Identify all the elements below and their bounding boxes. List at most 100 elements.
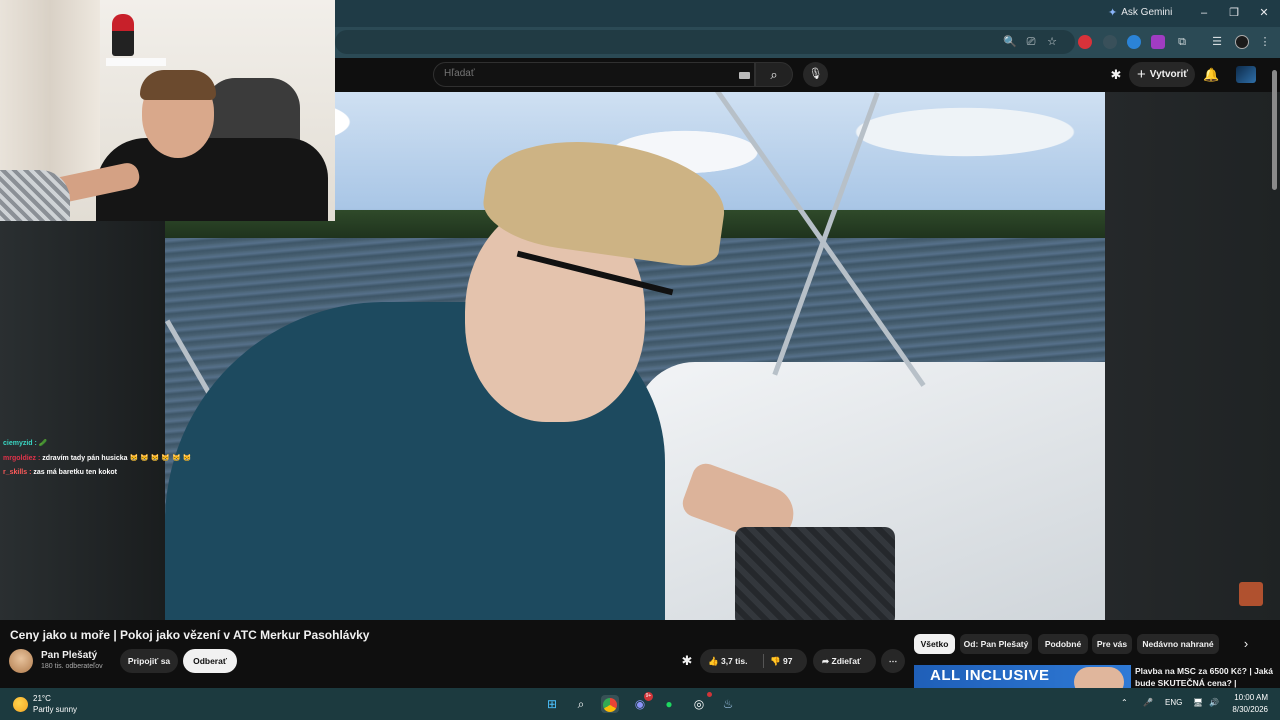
- thumbnail-face: [1074, 667, 1124, 688]
- subscribe-button[interactable]: Odberať: [183, 649, 237, 673]
- ask-gemini-button[interactable]: ✦ Ask Gemini: [1108, 6, 1172, 19]
- bookmark-star-icon[interactable]: ☆: [1045, 35, 1059, 49]
- video-title: Ceny jako u moře | Pokoj jako vězení v A…: [10, 628, 370, 642]
- chat-text: zdravím tady pán husicka 😸 😸 😸 😸 😸 😸: [42, 454, 192, 462]
- clock-time[interactable]: 10:00 AM: [1226, 693, 1268, 702]
- chat-message: mrgoldiez : zdravím tady pán husicka 😸 😸…: [3, 452, 191, 467]
- recommended-video-title[interactable]: Plavba na MSC za 6500 Kč? | Jaká bude SK…: [1135, 665, 1275, 689]
- chrome-logo: [603, 697, 617, 712]
- like-count: 3,7 tis.: [720, 656, 748, 666]
- browser-menu-icon[interactable]: ⋮: [1258, 35, 1272, 49]
- chat-text: zas má baretku ten kokot: [33, 469, 118, 476]
- discord-icon[interactable]: ◉ 9+: [631, 692, 653, 713]
- minimize-button[interactable]: –: [1194, 4, 1214, 22]
- extension-red-icon[interactable]: [1078, 35, 1092, 49]
- microphone-tray-icon[interactable]: 🎤: [1143, 698, 1153, 707]
- channel-avatar[interactable]: [9, 649, 33, 673]
- spotify-icon[interactable]: ●: [660, 695, 678, 713]
- chat-username: r_skills :: [3, 469, 32, 476]
- search-box: [433, 62, 755, 87]
- search-input[interactable]: [444, 68, 714, 79]
- weather-sun-icon[interactable]: [13, 697, 28, 712]
- thumbs-down-icon: 👎: [770, 656, 781, 666]
- left-background-panel: [0, 221, 165, 620]
- stream-chat: ciemyzid : 🥒 mrgoldiez : zdravím tady pá…: [3, 437, 191, 481]
- steam-icon[interactable]: ♨: [719, 695, 737, 713]
- address-bar[interactable]: [335, 30, 1075, 54]
- create-label: Vytvoriť: [1149, 69, 1189, 80]
- subscriber-count: 180 tis. odberateľov: [41, 663, 103, 670]
- obs-icon[interactable]: ◎: [690, 692, 712, 713]
- language-indicator[interactable]: ENG: [1165, 698, 1182, 707]
- extensions-puzzle-icon[interactable]: ⧉: [1175, 35, 1189, 49]
- chip-all[interactable]: Všetko: [914, 634, 955, 654]
- dislike-count: 97: [782, 656, 793, 666]
- webcam-curtain: [0, 0, 100, 190]
- weather-description[interactable]: Partly sunny: [33, 705, 77, 714]
- chip-recently-uploaded[interactable]: Nedávno nahrané: [1137, 634, 1219, 654]
- recommended-video-thumbnail[interactable]: ALL INCLUSIVE: [914, 665, 1131, 688]
- obs-recording-badge: [707, 692, 712, 697]
- chip-related[interactable]: Podobné: [1038, 634, 1088, 654]
- webcam-shelf: [106, 58, 166, 66]
- webcam-streamer-hair: [140, 70, 216, 100]
- video-info-bar: Ceny jako u moře | Pokoj jako vězení v A…: [0, 620, 1280, 688]
- ask-gemini-label: Ask Gemini: [1121, 7, 1173, 18]
- like-button[interactable]: 👍 3,7 tis.: [708, 649, 747, 673]
- windows-taskbar: 21°C Partly sunny ⊞ ⌕ ◉ 9+ ● ◎ ♨ ⌃ 🎤 ENG…: [0, 688, 1280, 720]
- search-taskbar-icon[interactable]: ⌕: [572, 695, 590, 713]
- chip-for-you[interactable]: Pre vás: [1092, 634, 1132, 654]
- cast-icon[interactable]: ⎚: [1024, 35, 1038, 49]
- notifications-bell-icon[interactable]: 🔔: [1203, 67, 1219, 83]
- page-scrollbar[interactable]: [1272, 70, 1277, 190]
- volume-icon[interactable]: 🔊: [1209, 698, 1219, 707]
- network-icon[interactable]: 🖥: [1193, 698, 1203, 707]
- maximize-button[interactable]: ❐: [1224, 4, 1244, 22]
- tray-overflow-chevron-icon[interactable]: ⌃: [1121, 698, 1128, 707]
- extension-purple-icon[interactable]: [1151, 35, 1165, 49]
- clock-date[interactable]: 8/30/2026: [1222, 705, 1268, 714]
- extension-star-icon[interactable]: ✱: [679, 653, 695, 669]
- gemini-spark-icon: ✦: [1108, 7, 1118, 19]
- plus-icon: +: [1137, 66, 1146, 83]
- channel-name[interactable]: Pan Plešatý: [41, 650, 97, 661]
- media-controls-icon[interactable]: ☰: [1210, 35, 1224, 49]
- chat-message: ciemyzid : 🥒: [3, 437, 191, 452]
- create-button[interactable]: + Vytvoriť: [1129, 62, 1195, 87]
- account-avatar[interactable]: [1236, 66, 1256, 83]
- right-background-panel: [1105, 92, 1280, 620]
- video-bag: [735, 527, 895, 620]
- chat-username: ciemyzid :: [3, 440, 37, 447]
- share-button[interactable]: ➦ Zdieľať: [813, 649, 876, 673]
- chevron-right-icon[interactable]: ›: [1238, 636, 1254, 652]
- extension-blue-icon[interactable]: [1127, 35, 1141, 49]
- extension-star-icon[interactable]: ✱: [1108, 67, 1124, 83]
- search-button[interactable]: ⌕: [755, 62, 793, 87]
- chat-text: 🥒: [38, 440, 48, 447]
- dislike-button[interactable]: 👎 97: [770, 649, 792, 673]
- discord-notification-badge: 9+: [644, 692, 653, 701]
- close-window-button[interactable]: ✕: [1254, 4, 1274, 22]
- chat-username: mrgoldiez :: [3, 454, 41, 462]
- voice-search-mic-icon[interactable]: 🎙: [803, 62, 828, 87]
- webcam-overlay: [0, 0, 335, 221]
- mini-avatar-thumbnail[interactable]: [1239, 582, 1263, 606]
- chip-from-channel[interactable]: Od: Pan Plešatý: [960, 634, 1032, 654]
- more-actions-button[interactable]: ⋯: [881, 649, 905, 673]
- like-divider: [763, 654, 764, 668]
- extension-gray-icon[interactable]: [1103, 35, 1117, 49]
- profile-avatar-icon[interactable]: [1235, 35, 1249, 49]
- webcam-blanket: [0, 170, 70, 221]
- keyboard-icon[interactable]: [739, 72, 750, 79]
- chrome-icon[interactable]: [601, 695, 619, 713]
- share-arrow-icon: ➦: [822, 656, 830, 666]
- join-button[interactable]: Pripojiť sa: [120, 649, 178, 673]
- zoom-icon[interactable]: 🔍: [1003, 35, 1017, 49]
- chat-message: r_skills : zas má baretku ten kokot: [3, 466, 191, 481]
- windows-start-icon[interactable]: ⊞: [543, 695, 561, 713]
- thumbs-up-icon: 👍: [708, 656, 719, 666]
- share-label: Zdieľať: [831, 656, 862, 666]
- webcam-figurine: [112, 14, 134, 56]
- like-dislike-group: 👍 3,7 tis. 👎 97: [700, 649, 807, 673]
- weather-temperature[interactable]: 21°C: [33, 694, 51, 703]
